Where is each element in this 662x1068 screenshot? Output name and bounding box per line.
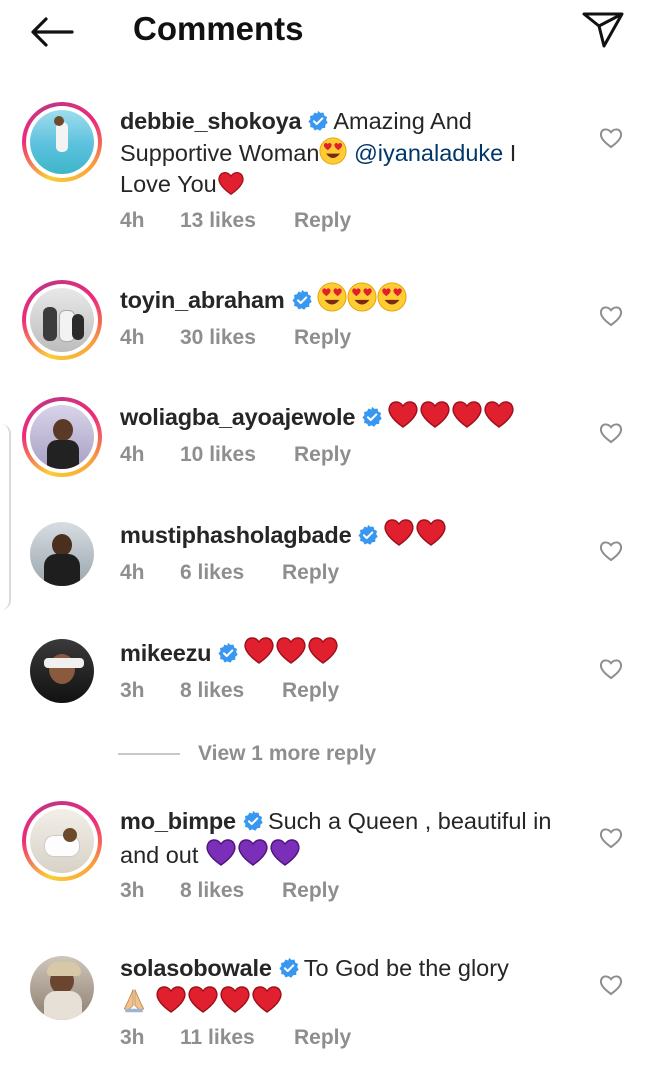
reply-button[interactable]: Reply bbox=[294, 326, 351, 350]
comment-text: woliagba_ayoajewole bbox=[120, 399, 570, 433]
red-heart-emoji bbox=[187, 984, 219, 1014]
comment-username[interactable]: mustiphasholagbade bbox=[120, 522, 352, 548]
likes-count[interactable]: 6 likes bbox=[180, 561, 282, 585]
purple-heart-emoji bbox=[269, 837, 301, 867]
red-heart-emoji bbox=[243, 635, 275, 665]
comment-username[interactable]: mo_bimpe bbox=[120, 808, 236, 834]
avatar[interactable] bbox=[22, 948, 102, 1028]
red-heart-emoji bbox=[275, 635, 307, 665]
likes-count[interactable]: 10 likes bbox=[180, 443, 294, 467]
verified-icon bbox=[291, 289, 313, 311]
comment-time: 4h bbox=[120, 561, 145, 584]
comment-text: solasobowale To God be the glory bbox=[120, 953, 570, 1018]
verified-icon bbox=[307, 110, 329, 132]
likes-count[interactable]: 30 likes bbox=[180, 326, 294, 350]
like-heart-icon[interactable] bbox=[598, 539, 624, 563]
verified-icon bbox=[242, 810, 264, 832]
reply-button[interactable]: Reply bbox=[282, 879, 339, 903]
verified-icon bbox=[217, 642, 239, 664]
comment-username[interactable]: toyin_abraham bbox=[120, 287, 285, 313]
red-heart-emoji bbox=[383, 517, 415, 547]
like-heart-icon[interactable] bbox=[598, 421, 624, 445]
like-heart-icon[interactable] bbox=[598, 304, 624, 328]
heart-eyes-emoji bbox=[377, 282, 407, 312]
red-heart-emoji bbox=[483, 399, 515, 429]
like-heart-icon[interactable] bbox=[598, 973, 624, 997]
comment-username[interactable]: woliagba_ayoajewole bbox=[120, 404, 355, 430]
avatar[interactable] bbox=[22, 280, 102, 360]
comment-time: 4h bbox=[120, 209, 145, 232]
verified-icon bbox=[361, 406, 383, 428]
purple-heart-emoji bbox=[237, 837, 269, 867]
comment-meta: 4h 13 likes Reply bbox=[120, 209, 351, 233]
like-heart-icon[interactable] bbox=[598, 657, 624, 681]
reply-button[interactable]: Reply bbox=[294, 209, 351, 233]
verified-icon bbox=[357, 524, 379, 546]
like-heart-icon[interactable] bbox=[598, 826, 624, 850]
comment-time: 3h bbox=[120, 1026, 145, 1049]
heart-eyes-emoji bbox=[317, 282, 347, 312]
folded-hands-emoji bbox=[120, 986, 148, 1014]
likes-count[interactable]: 13 likes bbox=[180, 209, 294, 233]
purple-heart-emoji bbox=[205, 837, 237, 867]
comment-time: 4h bbox=[120, 443, 145, 466]
red-heart-emoji bbox=[415, 517, 447, 547]
comment-text: mikeezu bbox=[120, 635, 570, 669]
avatar[interactable] bbox=[22, 514, 102, 594]
red-heart-emoji bbox=[307, 635, 339, 665]
comment-username[interactable]: solasobowale bbox=[120, 955, 272, 981]
comment-meta: 3h 8 likes Reply bbox=[120, 879, 339, 903]
comment-text: mustiphasholagbade bbox=[120, 517, 570, 551]
reply-button[interactable]: Reply bbox=[282, 679, 339, 703]
comment-text: debbie_shokoya Amazing And Supportive Wom… bbox=[120, 106, 570, 200]
comment-time: 4h bbox=[120, 326, 145, 349]
comment-username[interactable]: mikeezu bbox=[120, 640, 212, 666]
red-heart-emoji bbox=[451, 399, 483, 429]
reply-button[interactable]: Reply bbox=[282, 561, 339, 585]
red-heart-emoji bbox=[251, 984, 283, 1014]
comment-username[interactable]: debbie_shokoya bbox=[120, 108, 302, 134]
comment-meta: 4h 6 likes Reply bbox=[120, 561, 339, 585]
avatar[interactable] bbox=[22, 102, 102, 182]
direct-share-icon[interactable] bbox=[578, 10, 626, 50]
comment-text: mo_bimpe Such a Queen , beautiful in and … bbox=[120, 806, 570, 871]
comment-time: 3h bbox=[120, 679, 145, 702]
comment-text: toyin_abraham bbox=[120, 282, 570, 316]
comment-meta: 3h 11 likes Reply bbox=[120, 1026, 351, 1050]
reply-button[interactable]: Reply bbox=[294, 443, 351, 467]
likes-count[interactable]: 8 likes bbox=[180, 879, 282, 903]
reply-button[interactable]: Reply bbox=[294, 1026, 351, 1050]
avatar[interactable] bbox=[22, 801, 102, 881]
mention-link[interactable]: @iyanaladuke bbox=[354, 140, 503, 166]
view-more-replies-label[interactable]: View 1 more reply bbox=[198, 742, 376, 766]
divider-line bbox=[118, 753, 180, 755]
comment-meta: 4h 10 likes Reply bbox=[120, 443, 351, 467]
avatar[interactable] bbox=[22, 631, 102, 711]
side-edge-tab[interactable] bbox=[0, 424, 11, 610]
red-heart-emoji bbox=[155, 984, 187, 1014]
comment-time: 3h bbox=[120, 879, 145, 902]
heart-eyes-emoji bbox=[319, 137, 347, 165]
likes-count[interactable]: 8 likes bbox=[180, 679, 282, 703]
red-heart-emoji bbox=[387, 399, 419, 429]
page-title: Comments bbox=[133, 10, 304, 47]
back-arrow-icon[interactable] bbox=[28, 14, 76, 50]
comment-meta: 4h 30 likes Reply bbox=[120, 326, 351, 350]
red-heart-emoji bbox=[217, 170, 245, 196]
comment-body: To God be the glory bbox=[303, 955, 509, 981]
header: Comments bbox=[0, 0, 662, 64]
verified-icon bbox=[278, 957, 300, 979]
avatar[interactable] bbox=[22, 397, 102, 477]
likes-count[interactable]: 11 likes bbox=[180, 1026, 294, 1050]
red-heart-emoji bbox=[219, 984, 251, 1014]
comment-meta: 3h 8 likes Reply bbox=[120, 679, 339, 703]
like-heart-icon[interactable] bbox=[598, 126, 624, 150]
heart-eyes-emoji bbox=[347, 282, 377, 312]
view-more-replies[interactable]: View 1 more reply bbox=[118, 742, 376, 766]
red-heart-emoji bbox=[419, 399, 451, 429]
